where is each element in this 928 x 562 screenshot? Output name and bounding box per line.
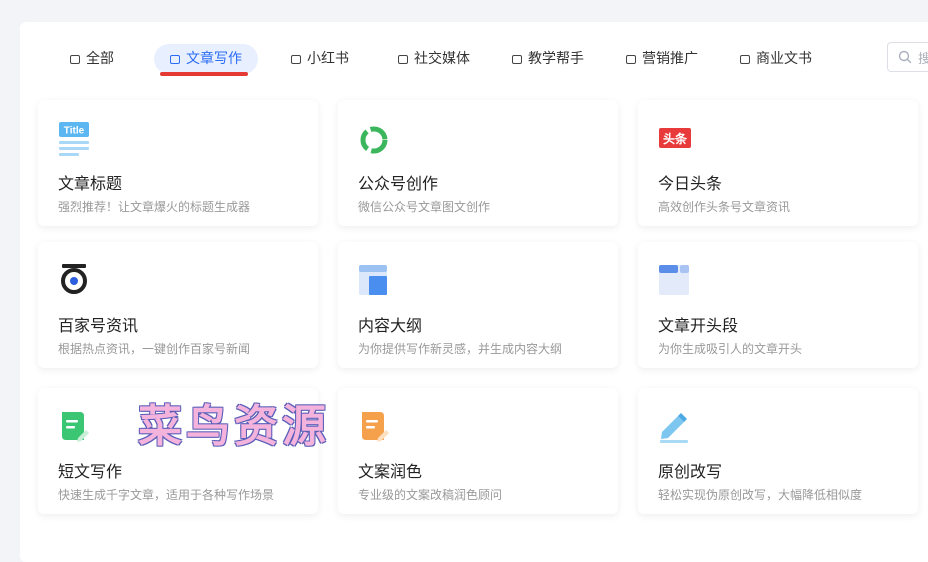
tab-marketing[interactable]: 营销推广 bbox=[626, 44, 698, 74]
baijiahao-icon bbox=[61, 264, 87, 294]
title-icon: Title bbox=[59, 122, 89, 156]
card-description: 为你提供写作新灵感，并生成内容大纲 bbox=[358, 342, 563, 356]
card-description: 专业级的文案改稿润色顾问 bbox=[358, 488, 503, 502]
rewrite-pen-icon bbox=[660, 413, 688, 443]
search-placeholder: 搜 bbox=[918, 51, 928, 67]
tab-all[interactable]: 全部 bbox=[70, 44, 114, 74]
checkbox-icon bbox=[626, 54, 636, 64]
card-article-title[interactable]: Title 文章标题 强烈推荐！让文章爆火的标题生成器 bbox=[38, 100, 318, 226]
tab-label: 全部 bbox=[86, 51, 114, 67]
checkbox-icon bbox=[291, 54, 301, 64]
checkbox-icon bbox=[398, 54, 408, 64]
checkbox-icon bbox=[740, 54, 750, 64]
card-toutiao[interactable]: 头条 今日头条 高效创作头条号文章资讯 bbox=[638, 100, 918, 226]
card-description: 根据热点资讯，一键创作百家号新闻 bbox=[58, 342, 251, 356]
tab-label: 文章写作 bbox=[186, 51, 242, 67]
search-input[interactable]: 搜 bbox=[887, 42, 928, 72]
category-tabs: 全部 文章写作 小红书 社交媒体 教学帮手 营销推广 商业文书 搜 bbox=[20, 22, 928, 92]
card-baijiahao[interactable]: 百家号资讯 根据热点资讯，一键创作百家号新闻 bbox=[38, 242, 318, 368]
card-title: 内容大纲 bbox=[358, 316, 423, 335]
tab-article-writing[interactable]: 文章写作 bbox=[154, 44, 258, 74]
card-original-rewrite[interactable]: 原创改写 轻松实现伪原创改写，大幅降低相似度 bbox=[638, 388, 918, 514]
toutiao-icon: 头条 bbox=[659, 128, 691, 148]
card-title: 原创改写 bbox=[658, 462, 723, 481]
card-article-opening[interactable]: 文章开头段 为你生成吸引人的文章开头 bbox=[638, 242, 918, 368]
svg-text:Title: Title bbox=[64, 126, 85, 137]
card-title: 短文写作 bbox=[58, 462, 123, 481]
card-title: 文章开头段 bbox=[658, 316, 739, 335]
card-title: 今日头条 bbox=[658, 174, 723, 193]
tab-teaching-helper[interactable]: 教学帮手 bbox=[512, 44, 584, 74]
checkbox-icon bbox=[70, 54, 80, 64]
card-copy-polish[interactable]: 文案润色 专业级的文案改稿润色顾问 bbox=[338, 388, 618, 514]
card-wechat-official[interactable]: 公众号创作 微信公众号文章图文创作 bbox=[338, 100, 618, 226]
card-description: 高效创作头条号文章资讯 bbox=[658, 200, 791, 214]
search-icon bbox=[898, 50, 912, 64]
card-title: 公众号创作 bbox=[358, 174, 439, 193]
wechat-official-icon bbox=[360, 126, 388, 154]
outline-icon bbox=[359, 265, 387, 295]
tab-xiaohongshu[interactable]: 小红书 bbox=[291, 44, 349, 74]
opening-paragraph-icon bbox=[659, 265, 689, 295]
tab-social-media[interactable]: 社交媒体 bbox=[398, 44, 470, 74]
card-content-outline[interactable]: 内容大纲 为你提供写作新灵感，并生成内容大纲 bbox=[338, 242, 618, 368]
active-tab-underline bbox=[160, 72, 248, 76]
checkbox-icon bbox=[512, 54, 522, 64]
card-title: 百家号资讯 bbox=[58, 316, 139, 335]
checkbox-icon bbox=[170, 54, 180, 64]
card-description: 为你生成吸引人的文章开头 bbox=[658, 342, 803, 356]
card-title: 文案润色 bbox=[358, 462, 423, 481]
tab-label: 商业文书 bbox=[756, 51, 812, 67]
card-description: 强烈推荐！让文章爆火的标题生成器 bbox=[58, 200, 251, 214]
tab-label: 教学帮手 bbox=[528, 51, 584, 67]
content-panel: 全部 文章写作 小红书 社交媒体 教学帮手 营销推广 商业文书 搜 Title … bbox=[20, 22, 928, 562]
svg-text:头条: 头条 bbox=[663, 131, 688, 146]
card-title: 文章标题 bbox=[58, 174, 123, 193]
tab-label: 营销推广 bbox=[642, 51, 698, 67]
tab-business-docs[interactable]: 商业文书 bbox=[740, 44, 812, 74]
polish-icon bbox=[362, 412, 389, 442]
watermark-text: 菜鸟资源 bbox=[138, 401, 330, 452]
tab-label: 小红书 bbox=[307, 51, 349, 67]
card-description: 轻松实现伪原创改写，大幅降低相似度 bbox=[658, 488, 863, 502]
tab-label: 社交媒体 bbox=[414, 51, 470, 67]
card-description: 微信公众号文章图文创作 bbox=[358, 200, 491, 214]
short-article-icon bbox=[62, 412, 89, 442]
card-description: 快速生成千字文章，适用于各种写作场景 bbox=[58, 488, 275, 502]
